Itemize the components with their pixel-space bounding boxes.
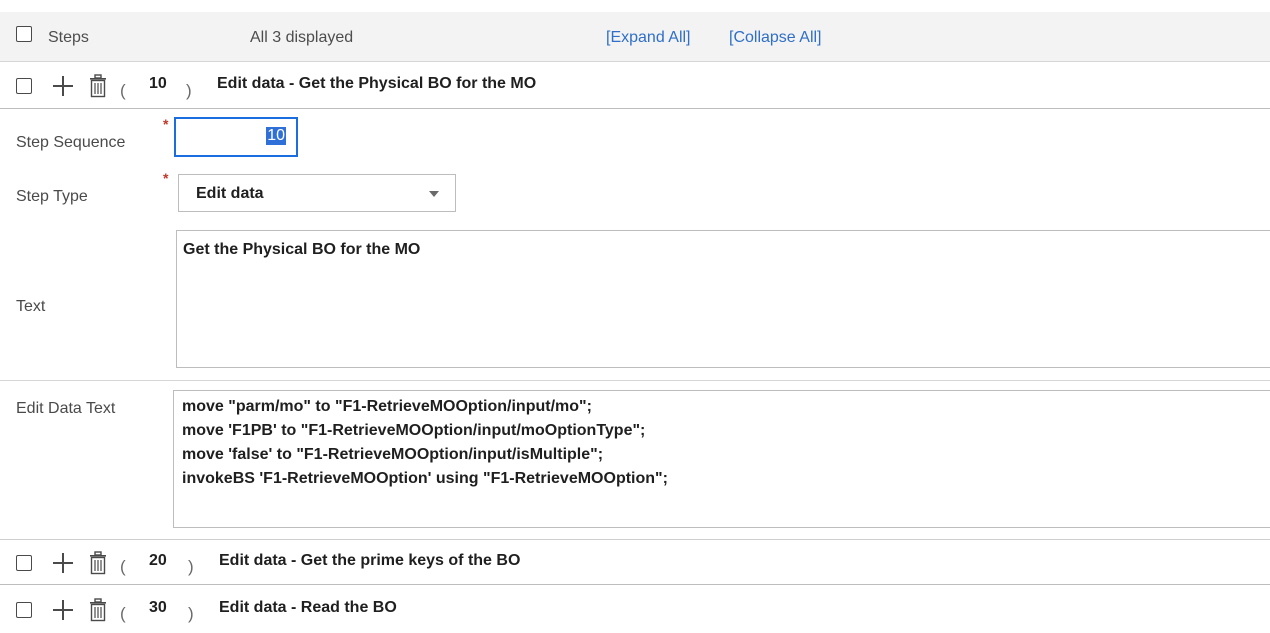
step-seq[interactable]: 20 [149,552,167,570]
step-seq[interactable]: 30 [149,599,167,617]
required-indicator: * [163,170,169,186]
code-line: move 'false' to "F1-RetrieveMOOption/inp… [182,446,604,463]
paren-close: ) [188,557,194,576]
text-label: Text [16,298,46,315]
paren-close: ) [188,604,194,623]
step-description[interactable]: Edit data - Get the prime keys of the BO [219,552,520,570]
step-type-value: Edit data [196,185,264,202]
displayed-count: All 3 displayed [250,29,354,46]
step-type-select[interactable]: Edit data [178,174,456,212]
paren-open: ( [120,81,126,100]
chevron-down-icon [429,191,439,197]
step-row: ( 10 ) Edit data - Get the Physical BO f… [0,63,1270,109]
step-checkbox[interactable] [16,555,32,571]
step-sequence-input[interactable]: 10 [174,117,298,157]
step-row: ( 20 ) Edit data - Get the prime keys of… [0,539,1270,585]
step-sequence-value: 10 [266,127,286,145]
plus-icon[interactable] [52,75,74,97]
step-sequence-label: Step Sequence [16,134,126,151]
code-line: move 'F1PB' to "F1-RetrieveMOOption/inpu… [182,422,646,439]
text-input[interactable]: Get the Physical BO for the MO [176,230,1270,368]
step-checkbox[interactable] [16,78,32,94]
expand-all-link[interactable]: [Expand All] [606,29,691,47]
steps-title: Steps [48,29,89,46]
trash-icon[interactable] [88,74,108,98]
edit-data-text-label: Edit Data Text [16,400,116,417]
trash-icon[interactable] [88,598,108,622]
paren-close: ) [186,81,192,100]
paren-open: ( [120,557,126,576]
required-indicator: * [163,116,169,132]
code-line: move "parm/mo" to "F1-RetrieveMOOption/i… [182,398,592,415]
step-seq[interactable]: 10 [149,75,167,93]
step-description[interactable]: Edit data - Get the Physical BO for the … [217,75,536,93]
plus-icon[interactable] [52,552,74,574]
step-type-label: Step Type [16,188,88,205]
paren-open: ( [120,604,126,623]
plus-icon[interactable] [52,599,74,621]
code-line: invokeBS 'F1-RetrieveMOOption' using "F1… [182,470,668,487]
step-checkbox[interactable] [16,602,32,618]
collapse-all-link[interactable]: [Collapse All] [729,29,822,47]
edit-data-textarea[interactable]: move "parm/mo" to "F1-RetrieveMOOption/i… [173,390,1270,528]
steps-header: Steps All 3 displayed [Expand All] [Coll… [0,12,1270,62]
text-value: Get the Physical BO for the MO [183,241,421,258]
step-row: ( 30 ) Edit data - Read the BO [0,587,1270,633]
trash-icon[interactable] [88,551,108,575]
section-divider [0,380,1270,381]
select-all-checkbox[interactable] [16,26,32,42]
step-description[interactable]: Edit data - Read the BO [219,599,397,617]
